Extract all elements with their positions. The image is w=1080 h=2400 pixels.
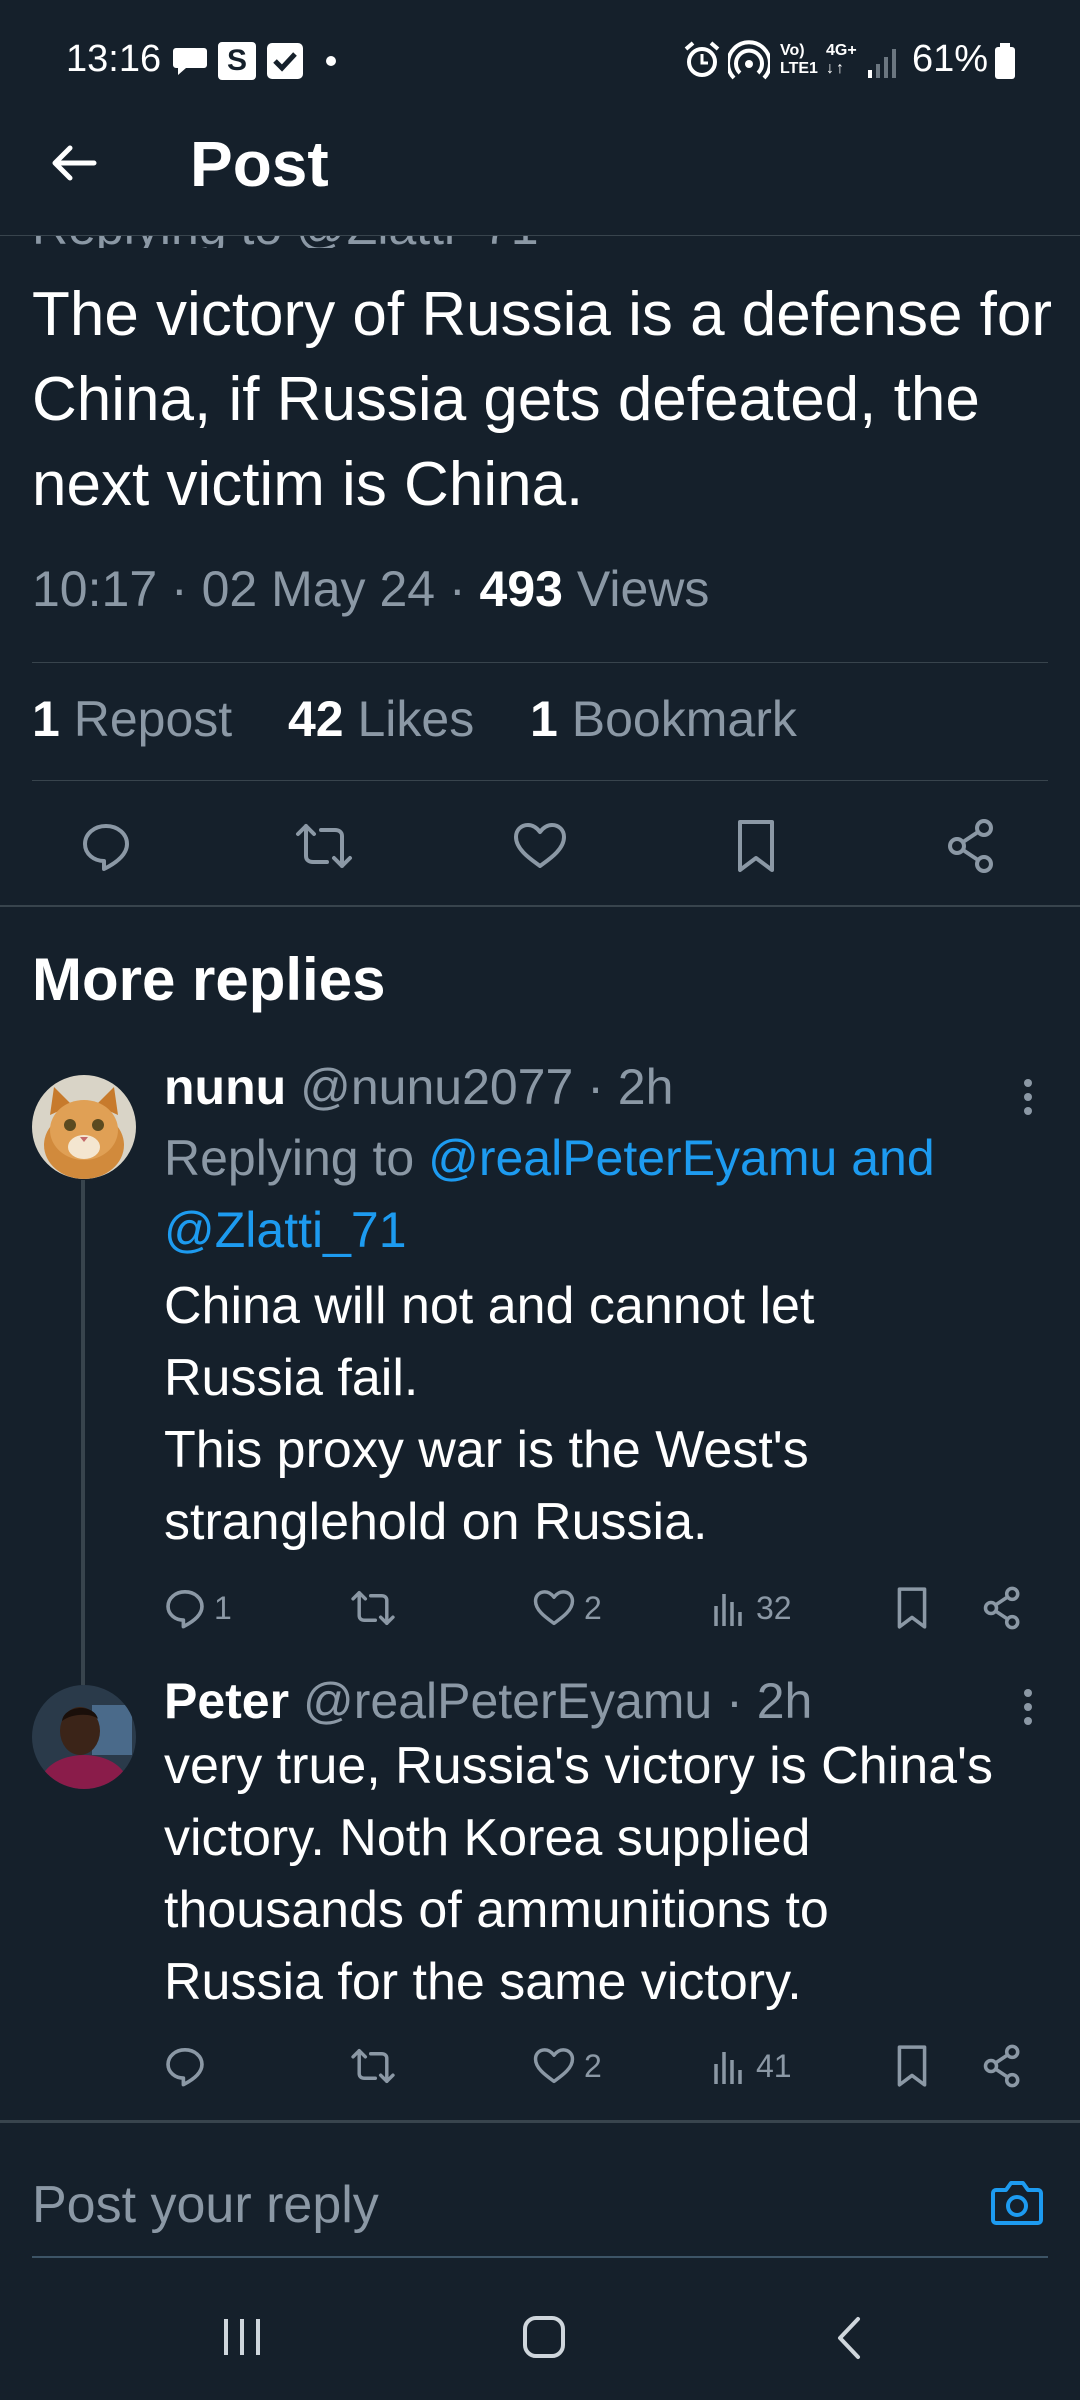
dot-icon <box>326 56 336 66</box>
4g-icon: 4G+ ↓↑ <box>826 42 857 77</box>
reply-button[interactable] <box>164 2036 214 2096</box>
chat-bubble-icon <box>173 48 207 75</box>
post-meta: 10:17 · 02 May 24 · 493 Views <box>32 561 710 617</box>
views-button[interactable]: 32 <box>712 1578 792 1638</box>
navigation-bar <box>0 2265 1080 2400</box>
like-count: 2 <box>584 2047 602 2084</box>
post-time: 10:17 <box>32 561 158 617</box>
reply-text: China will not and cannot let Russia fai… <box>164 1277 815 1551</box>
replying-to: Replying to @realPeterEyamu and @Zlatti_… <box>164 1130 935 1258</box>
repost-button[interactable] <box>350 1578 404 1638</box>
like-button[interactable]: 2 <box>532 1578 602 1638</box>
battery-icon <box>995 43 1015 79</box>
reply-action-row: 1 2 32 <box>164 1578 1034 1638</box>
divider <box>0 2120 1080 2123</box>
bookmark-icon[interactable] <box>734 818 778 874</box>
reply-icon <box>166 1590 204 1629</box>
arrow-left-icon[interactable] <box>48 138 98 188</box>
home-icon[interactable] <box>522 2315 566 2359</box>
avatar[interactable] <box>32 1075 136 1179</box>
share-button[interactable] <box>982 2036 1022 2096</box>
post-date: 02 May 24 <box>201 561 436 617</box>
reply-time: 2h <box>617 1059 674 1115</box>
like-icon <box>533 2048 575 2084</box>
reply-count: 1 <box>214 1589 232 1626</box>
replying-to-partial: Replying to @Zlatti_71 <box>32 236 1072 248</box>
camera-icon[interactable] <box>990 2178 1044 2226</box>
share-icon <box>983 1586 1020 1630</box>
like-icon[interactable] <box>512 820 568 872</box>
reply-author-handle: @realPeterEyamu <box>302 1673 713 1729</box>
bookmark-button[interactable] <box>894 1578 930 1638</box>
more-options-icon[interactable] <box>1022 1688 1034 1726</box>
bookmarks-stat[interactable]: 1 Bookmark <box>530 691 797 747</box>
reply-header: Peter @realPeterEyamu · 2h <box>164 1673 813 1729</box>
reply-author-name[interactable]: nunu <box>164 1059 286 1115</box>
back-icon[interactable] <box>834 2315 864 2361</box>
check-box-icon <box>267 43 303 79</box>
views-label: Views <box>576 561 710 617</box>
bookmark-icon <box>897 2045 927 2087</box>
post-action-row <box>0 800 1080 880</box>
repost-icon <box>351 2048 395 2084</box>
page-title: Post <box>190 128 329 200</box>
share-icon[interactable] <box>946 818 996 874</box>
views-icon <box>714 2052 742 2084</box>
s-app-icon: S <box>218 42 256 80</box>
repost-icon[interactable] <box>294 820 354 872</box>
header <box>0 120 1080 236</box>
battery-percent: 61% <box>912 38 989 80</box>
bookmark-icon <box>897 1587 927 1629</box>
share-button[interactable] <box>982 1578 1022 1638</box>
reply-text: very true, Russia's victory is China's v… <box>164 1737 993 2011</box>
views-count: 493 <box>479 561 563 617</box>
reposts-stat[interactable]: 1 Repost <box>32 691 232 747</box>
status-bar: 13:16 S Vo) LTE1 4G+ ↓↑ 61% <box>0 0 1080 120</box>
more-replies-heading: More replies <box>32 946 386 1013</box>
reply-input-underline <box>32 2256 1048 2258</box>
thread-line <box>81 1180 85 1685</box>
views-icon <box>714 1594 742 1626</box>
views-button[interactable]: 41 <box>712 2036 792 2096</box>
view-count: 41 <box>756 2047 792 2084</box>
share-icon <box>983 2044 1020 2088</box>
recents-icon[interactable] <box>222 2317 264 2357</box>
reply-author-name[interactable]: Peter <box>164 1673 289 1729</box>
reply-button[interactable]: 1 <box>164 1578 232 1638</box>
post-text: The victory of Russia is a defense for C… <box>32 280 1053 519</box>
avatar[interactable] <box>32 1685 136 1789</box>
reply-author-handle: @nunu2077 <box>300 1059 574 1115</box>
like-icon <box>533 1590 575 1626</box>
likes-stat[interactable]: 42 Likes <box>288 691 474 747</box>
reply-time: 2h <box>756 1673 813 1729</box>
hotspot-icon <box>728 40 770 80</box>
alarm-icon <box>684 41 720 77</box>
signal-icon <box>868 49 896 78</box>
more-options-icon[interactable] <box>1022 1078 1034 1116</box>
divider <box>0 905 1080 907</box>
view-count: 32 <box>756 1589 792 1626</box>
like-count: 2 <box>584 1589 602 1626</box>
reply-header: nunu @nunu2077 · 2h <box>164 1059 674 1115</box>
repost-icon <box>351 1590 395 1626</box>
divider <box>32 780 1048 781</box>
reply-input[interactable]: Post your reply <box>32 2175 379 2235</box>
reply-icon[interactable] <box>80 820 132 872</box>
bookmark-button[interactable] <box>894 2036 930 2096</box>
post-stats: 1 Repost 42 Likes 1 Bookmark <box>32 690 797 748</box>
repost-button[interactable] <box>350 2036 404 2096</box>
reply-action-row: 2 41 <box>164 2036 1034 2096</box>
volte-icon: Vo) LTE1 <box>780 42 818 77</box>
status-time: 13:16 <box>66 38 162 80</box>
like-button[interactable]: 2 <box>532 2036 602 2096</box>
divider <box>32 662 1048 663</box>
reply-icon <box>166 2048 204 2087</box>
